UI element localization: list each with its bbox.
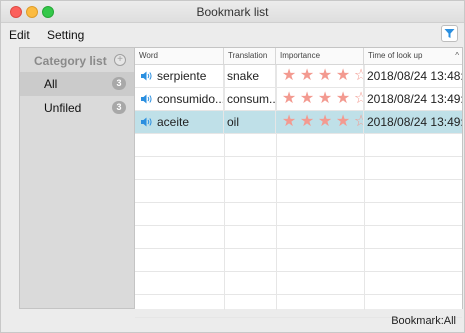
time-cell: 2018/08/24 13:48:... (367, 69, 462, 83)
filter-icon (444, 29, 455, 38)
category-label: All (44, 77, 58, 91)
star-filled-icon[interactable]: ★ (280, 111, 298, 133)
word-cell: serpiente (135, 65, 224, 87)
menu-edit[interactable]: Edit (9, 28, 30, 42)
column-header-time[interactable]: Time of look up ^ (364, 48, 462, 64)
table-header: Word Translation Importance Time of look… (135, 48, 462, 65)
close-window-button[interactable] (10, 6, 22, 18)
sidebar-header: Category list + (20, 48, 134, 72)
star-filled-icon[interactable]: ★ (280, 65, 298, 87)
bookmark-window: Bookmark list Edit Setting Category list… (0, 0, 465, 333)
star-filled-icon[interactable]: ★ (298, 88, 316, 110)
sidebar-item-all[interactable]: All 3 (20, 72, 134, 96)
category-count-badge: 3 (112, 101, 126, 114)
table-row[interactable]: serpientesnake★★★★☆2018/08/24 13:48:... (135, 65, 462, 88)
star-empty-icon[interactable]: ☆ (352, 65, 363, 87)
word-text: aceite (157, 115, 190, 129)
word-cell: aceite (135, 111, 224, 133)
time-cell: 2018/08/24 13:49:... (367, 92, 462, 106)
translation-cell: consum... (224, 88, 276, 110)
category-count-badge: 3 (112, 77, 126, 90)
star-filled-icon[interactable]: ★ (298, 65, 316, 87)
star-filled-icon[interactable]: ★ (298, 111, 316, 133)
speaker-icon[interactable] (141, 71, 153, 81)
maximize-window-button[interactable] (42, 6, 54, 18)
star-filled-icon[interactable]: ★ (316, 111, 334, 133)
menu-bar: Edit Setting (1, 24, 464, 45)
empty-table-row[interactable] (135, 180, 462, 203)
time-cell: 2018/08/24 13:49:... (367, 115, 462, 129)
empty-table-row[interactable] (135, 226, 462, 249)
title-bar: Bookmark list (1, 1, 464, 23)
table-row[interactable]: consumido...consum...★★★★☆2018/08/24 13:… (135, 88, 462, 111)
bookmark-table: Word Translation Importance Time of look… (135, 47, 463, 318)
word-cell: consumido... (135, 88, 224, 110)
status-label: Bookmark:All (391, 315, 456, 327)
category-label: Unfiled (44, 101, 82, 115)
window-title: Bookmark list (196, 5, 269, 19)
speaker-icon[interactable] (141, 94, 153, 104)
star-filled-icon[interactable]: ★ (334, 88, 352, 110)
importance-cell: ★★★★☆ (276, 65, 364, 87)
importance-cell: ★★★★☆ (276, 88, 364, 110)
empty-table-row[interactable] (135, 272, 462, 295)
word-text: consumido... (157, 92, 224, 106)
sort-ascending-icon: ^ (455, 51, 459, 60)
menu-setting[interactable]: Setting (47, 28, 84, 42)
empty-table-row[interactable] (135, 157, 462, 180)
importance-cell: ★★★★☆ (276, 111, 364, 133)
star-empty-icon[interactable]: ☆ (352, 88, 363, 110)
column-header-translation[interactable]: Translation (224, 48, 276, 64)
star-filled-icon[interactable]: ★ (316, 88, 334, 110)
add-category-icon[interactable]: + (114, 54, 126, 66)
column-header-importance[interactable]: Importance (276, 48, 364, 64)
column-header-word[interactable]: Word (135, 48, 224, 64)
word-text: serpiente (157, 69, 207, 83)
category-sidebar: Category list + All 3 Unfiled 3 (19, 47, 135, 309)
translation-cell: oil (224, 111, 276, 133)
speaker-icon[interactable] (141, 117, 153, 127)
empty-table-row[interactable] (135, 134, 462, 157)
translation-cell: snake (224, 65, 276, 87)
star-filled-icon[interactable]: ★ (316, 65, 334, 87)
minimize-window-button[interactable] (26, 6, 38, 18)
filter-button[interactable] (441, 25, 458, 42)
star-filled-icon[interactable]: ★ (280, 88, 298, 110)
empty-table-row[interactable] (135, 203, 462, 226)
empty-table-row[interactable] (135, 249, 462, 272)
star-empty-icon[interactable]: ☆ (352, 111, 363, 133)
star-filled-icon[interactable]: ★ (334, 65, 352, 87)
star-filled-icon[interactable]: ★ (334, 111, 352, 133)
column-header-time-label: Time of look up (368, 51, 423, 60)
table-row[interactable]: aceiteoil★★★★☆2018/08/24 13:49:... (135, 111, 462, 134)
sidebar-item-unfiled[interactable]: Unfiled 3 (20, 96, 134, 120)
sidebar-title: Category list (34, 54, 107, 68)
